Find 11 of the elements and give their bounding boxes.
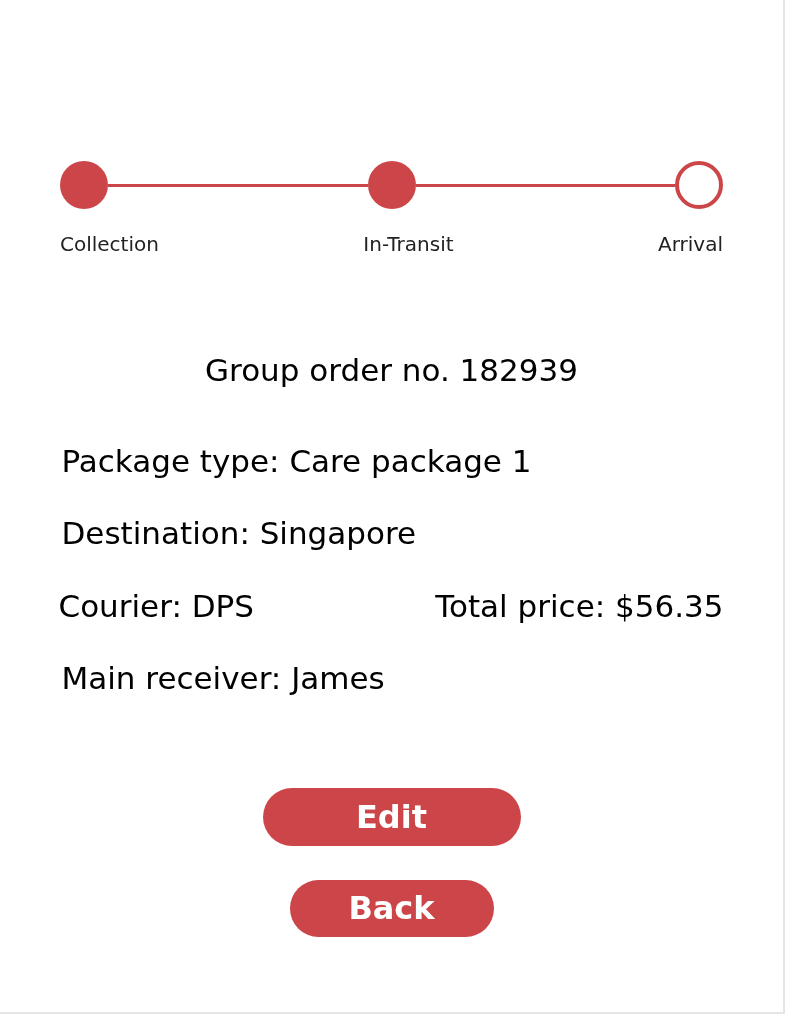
step-label: In-Transit	[363, 231, 454, 258]
step-label: Arrival	[658, 231, 723, 258]
detail-text: Destination: Singapore	[61, 514, 418, 553]
detail-text: Courier: DPS	[58, 586, 254, 626]
edit-button[interactable]: Edit	[262, 787, 521, 846]
detail-text: Total price: $56.35	[435, 586, 724, 626]
order-title: Group order no. 182939	[205, 351, 578, 390]
step-label: Collection	[60, 231, 159, 258]
detail-text: Main receiver: James	[61, 659, 386, 698]
back-button[interactable]: Back	[289, 879, 494, 937]
detail-text: Package type: Care package 1	[61, 441, 533, 481]
